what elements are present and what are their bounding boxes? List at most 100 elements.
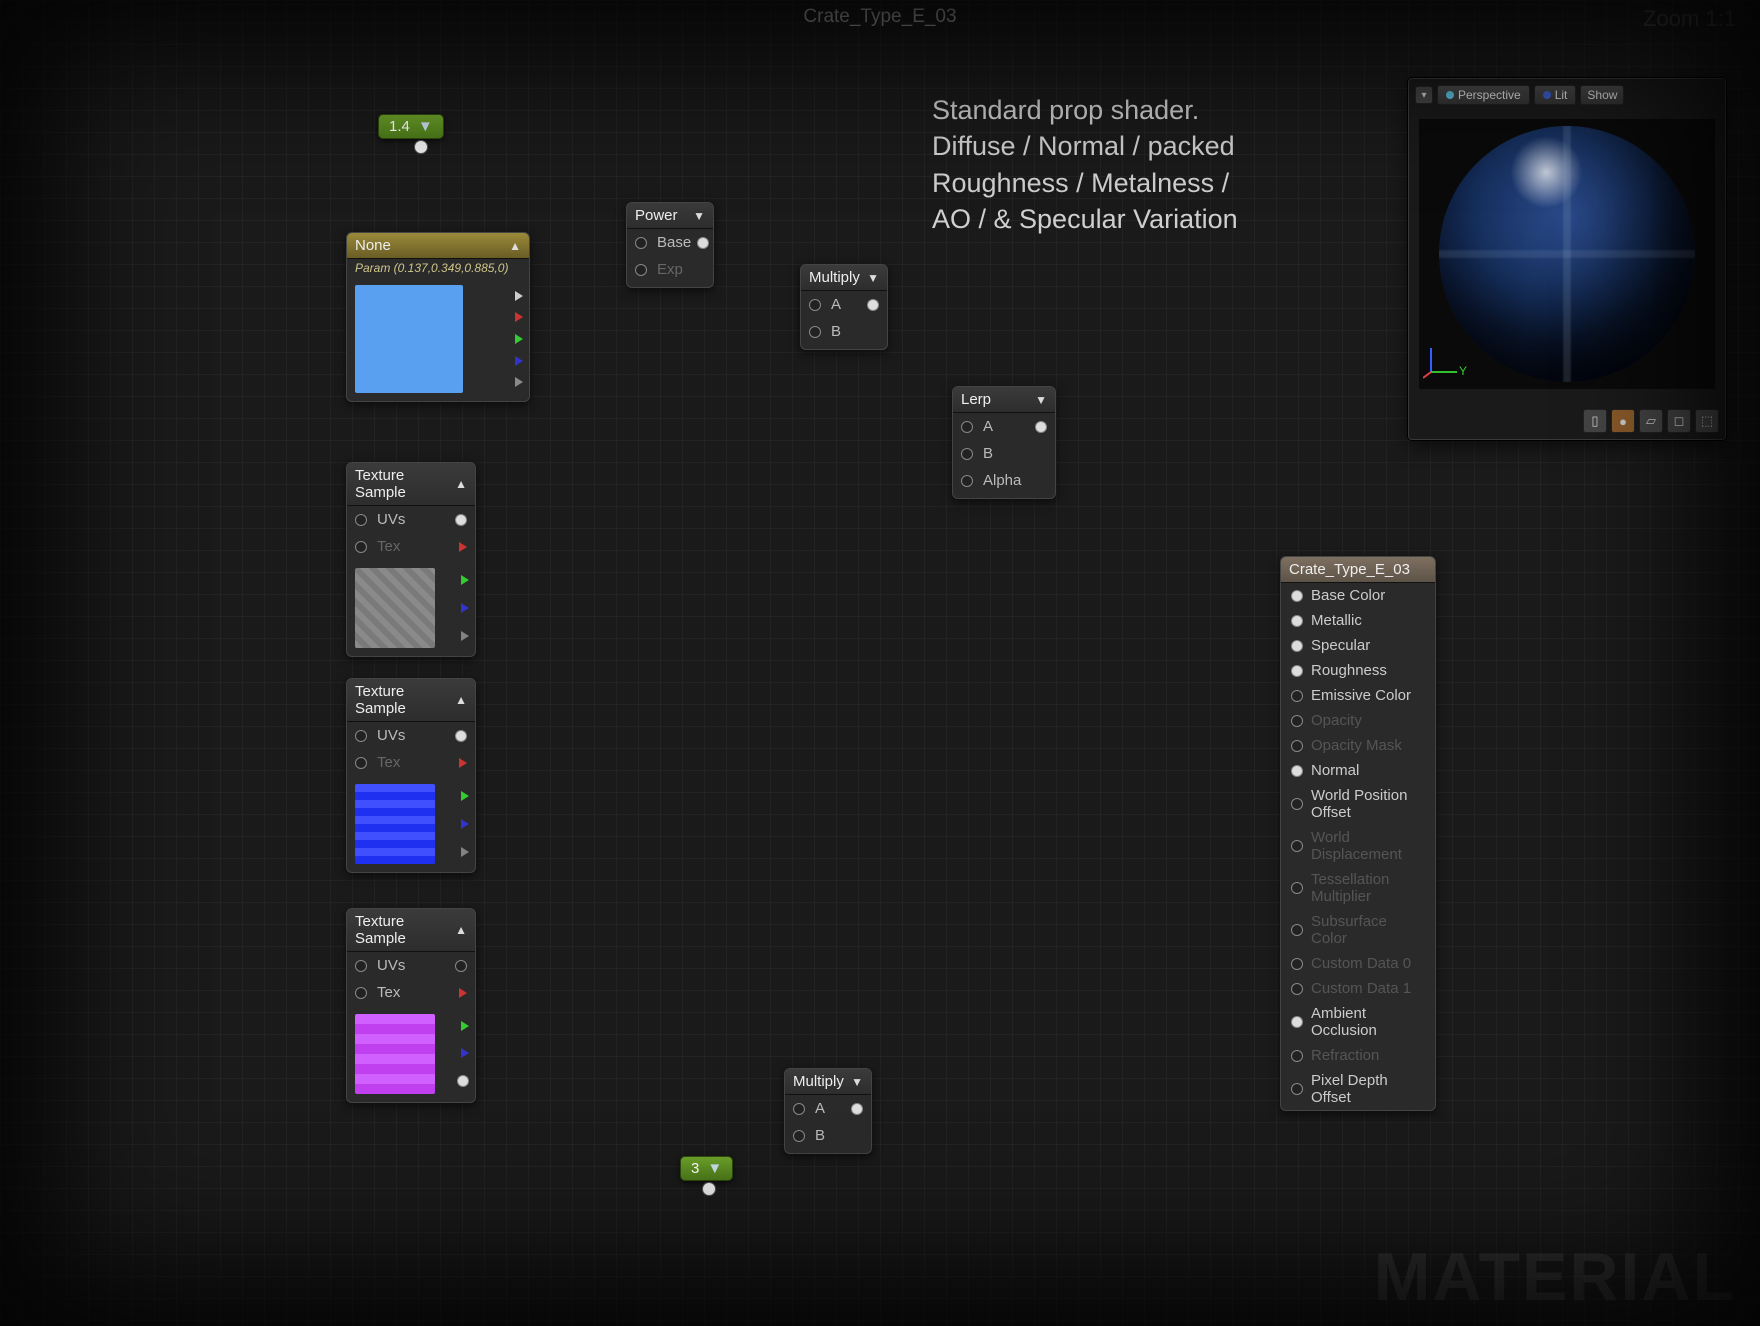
output-pin-rgb[interactable] xyxy=(455,960,467,972)
texture-preview[interactable] xyxy=(355,784,435,864)
input-pin[interactable] xyxy=(1291,840,1303,852)
input-pin-uvs[interactable] xyxy=(355,730,367,742)
vector-parameter-node[interactable]: None ▲ Param (0.137,0.349,0.885,0) xyxy=(346,232,530,402)
node-header[interactable]: Texture Sample ▲ xyxy=(347,909,475,952)
output-pin[interactable] xyxy=(702,1182,716,1196)
constant-node-3[interactable]: 3 ▼ xyxy=(680,1156,733,1181)
texture-preview[interactable] xyxy=(355,568,435,648)
material-input-custom-data-0[interactable]: Custom Data 0 xyxy=(1281,951,1435,976)
input-pin-a[interactable] xyxy=(793,1103,805,1115)
input-pin[interactable] xyxy=(1291,798,1303,810)
collapse-icon[interactable]: ▲ xyxy=(509,239,521,253)
material-input-subsurface-color[interactable]: Subsurface Color xyxy=(1281,909,1435,951)
node-header[interactable]: Lerp ▼ xyxy=(953,387,1055,413)
shape-cylinder-button[interactable]: ▯ xyxy=(1583,409,1607,433)
texture-preview[interactable] xyxy=(355,1014,435,1094)
output-pin[interactable] xyxy=(1035,421,1047,433)
shape-mesh-button[interactable]: ⬚ xyxy=(1695,409,1719,433)
input-pin[interactable] xyxy=(1291,983,1303,995)
shape-cube-button[interactable]: ◻ xyxy=(1667,409,1691,433)
material-input-world-position-offset[interactable]: World Position Offset xyxy=(1281,783,1435,825)
lit-mode-button[interactable]: Lit xyxy=(1534,85,1577,105)
input-pin[interactable] xyxy=(1291,715,1303,727)
output-pin-b[interactable] xyxy=(461,1048,469,1058)
output-pin-r[interactable] xyxy=(459,758,467,768)
input-pin-base[interactable] xyxy=(635,237,647,249)
material-input-custom-data-1[interactable]: Custom Data 1 xyxy=(1281,976,1435,1001)
output-pin-g[interactable] xyxy=(461,1021,469,1031)
input-pin[interactable] xyxy=(1291,590,1303,602)
preview-viewport[interactable] xyxy=(1419,119,1715,389)
input-pin[interactable] xyxy=(1291,882,1303,894)
shape-sphere-button[interactable]: ● xyxy=(1611,409,1635,433)
output-pin-a[interactable] xyxy=(457,1075,469,1087)
material-input-specular[interactable]: Specular xyxy=(1281,633,1435,658)
input-pin-tex[interactable] xyxy=(355,541,367,553)
material-input-base-color[interactable]: Base Color xyxy=(1281,583,1435,608)
texture-sample-node-normal[interactable]: Texture Sample ▲ UVs Tex xyxy=(346,678,476,873)
texture-sample-node-diffuse[interactable]: Texture Sample ▲ UVs Tex xyxy=(346,462,476,657)
output-pin-b[interactable] xyxy=(461,603,469,613)
material-input-tessellation-multiplier[interactable]: Tessellation Multiplier xyxy=(1281,867,1435,909)
node-header[interactable]: Texture Sample ▲ xyxy=(347,463,475,506)
output-pin-a[interactable] xyxy=(461,847,469,857)
node-header[interactable]: Crate_Type_E_03 xyxy=(1281,557,1435,583)
preview-menu-button[interactable]: ▾ xyxy=(1415,86,1433,104)
multiply-node-2[interactable]: Multiply ▼ A B xyxy=(784,1068,872,1154)
output-pin[interactable] xyxy=(414,140,428,154)
node-header[interactable]: None ▲ xyxy=(347,233,529,259)
shape-plane-button[interactable]: ▱ xyxy=(1639,409,1663,433)
input-pin[interactable] xyxy=(1291,640,1303,652)
lerp-node[interactable]: Lerp ▼ A B Alpha xyxy=(952,386,1056,499)
material-input-metallic[interactable]: Metallic xyxy=(1281,608,1435,633)
output-pin[interactable] xyxy=(851,1103,863,1115)
multiply-node-1[interactable]: Multiply ▼ A B xyxy=(800,264,888,350)
input-pin-exp[interactable] xyxy=(635,264,647,276)
input-pin[interactable] xyxy=(1291,924,1303,936)
material-input-roughness[interactable]: Roughness xyxy=(1281,658,1435,683)
material-input-refraction[interactable]: Refraction xyxy=(1281,1043,1435,1068)
input-pin-tex[interactable] xyxy=(355,987,367,999)
output-pin[interactable] xyxy=(697,237,709,249)
output-pin[interactable] xyxy=(867,299,879,311)
material-input-opacity-mask[interactable]: Opacity Mask xyxy=(1281,733,1435,758)
material-input-emissive-color[interactable]: Emissive Color xyxy=(1281,683,1435,708)
node-header[interactable]: Power ▼ xyxy=(627,203,713,229)
show-button[interactable]: Show xyxy=(1580,85,1624,105)
material-input-ambient-occlusion[interactable]: Ambient Occlusion xyxy=(1281,1001,1435,1043)
input-pin[interactable] xyxy=(1291,740,1303,752)
input-pin-a[interactable] xyxy=(961,421,973,433)
input-pin-tex[interactable] xyxy=(355,757,367,769)
collapse-icon[interactable]: ▼ xyxy=(693,209,705,223)
output-pin-r[interactable] xyxy=(515,312,523,322)
output-pin-a[interactable] xyxy=(515,377,523,387)
collapse-icon[interactable]: ▲ xyxy=(455,923,467,937)
material-input-opacity[interactable]: Opacity xyxy=(1281,708,1435,733)
texture-sample-node-packed[interactable]: Texture Sample ▲ UVs Tex xyxy=(346,908,476,1103)
input-pin-b[interactable] xyxy=(809,326,821,338)
power-node[interactable]: Power ▼ Base Exp xyxy=(626,202,714,288)
constant-node-1-4[interactable]: 1.4 ▼ xyxy=(378,114,444,139)
input-pin[interactable] xyxy=(1291,615,1303,627)
input-pin-uvs[interactable] xyxy=(355,514,367,526)
input-pin-uvs[interactable] xyxy=(355,960,367,972)
input-pin[interactable] xyxy=(1291,1083,1303,1095)
color-swatch[interactable] xyxy=(355,285,463,393)
collapse-icon[interactable]: ▼ xyxy=(851,1075,863,1089)
node-header[interactable]: Texture Sample ▲ xyxy=(347,679,475,722)
collapse-icon[interactable]: ▲ xyxy=(455,477,467,491)
output-pin-a[interactable] xyxy=(461,631,469,641)
material-output-node[interactable]: Crate_Type_E_03 Base ColorMetallicSpecul… xyxy=(1280,556,1436,1111)
node-header[interactable]: Multiply ▼ xyxy=(801,265,887,291)
output-pin-g[interactable] xyxy=(461,575,469,585)
output-pin-g[interactable] xyxy=(515,334,523,344)
input-pin-b[interactable] xyxy=(961,448,973,460)
input-pin-b[interactable] xyxy=(793,1130,805,1142)
output-pin-b[interactable] xyxy=(461,819,469,829)
output-pin-rgb[interactable] xyxy=(455,730,467,742)
material-input-pixel-depth-offset[interactable]: Pixel Depth Offset xyxy=(1281,1068,1435,1110)
perspective-button[interactable]: Perspective xyxy=(1437,85,1530,105)
input-pin[interactable] xyxy=(1291,1016,1303,1028)
output-pin-rgb[interactable] xyxy=(455,514,467,526)
output-pin-r[interactable] xyxy=(459,542,467,552)
